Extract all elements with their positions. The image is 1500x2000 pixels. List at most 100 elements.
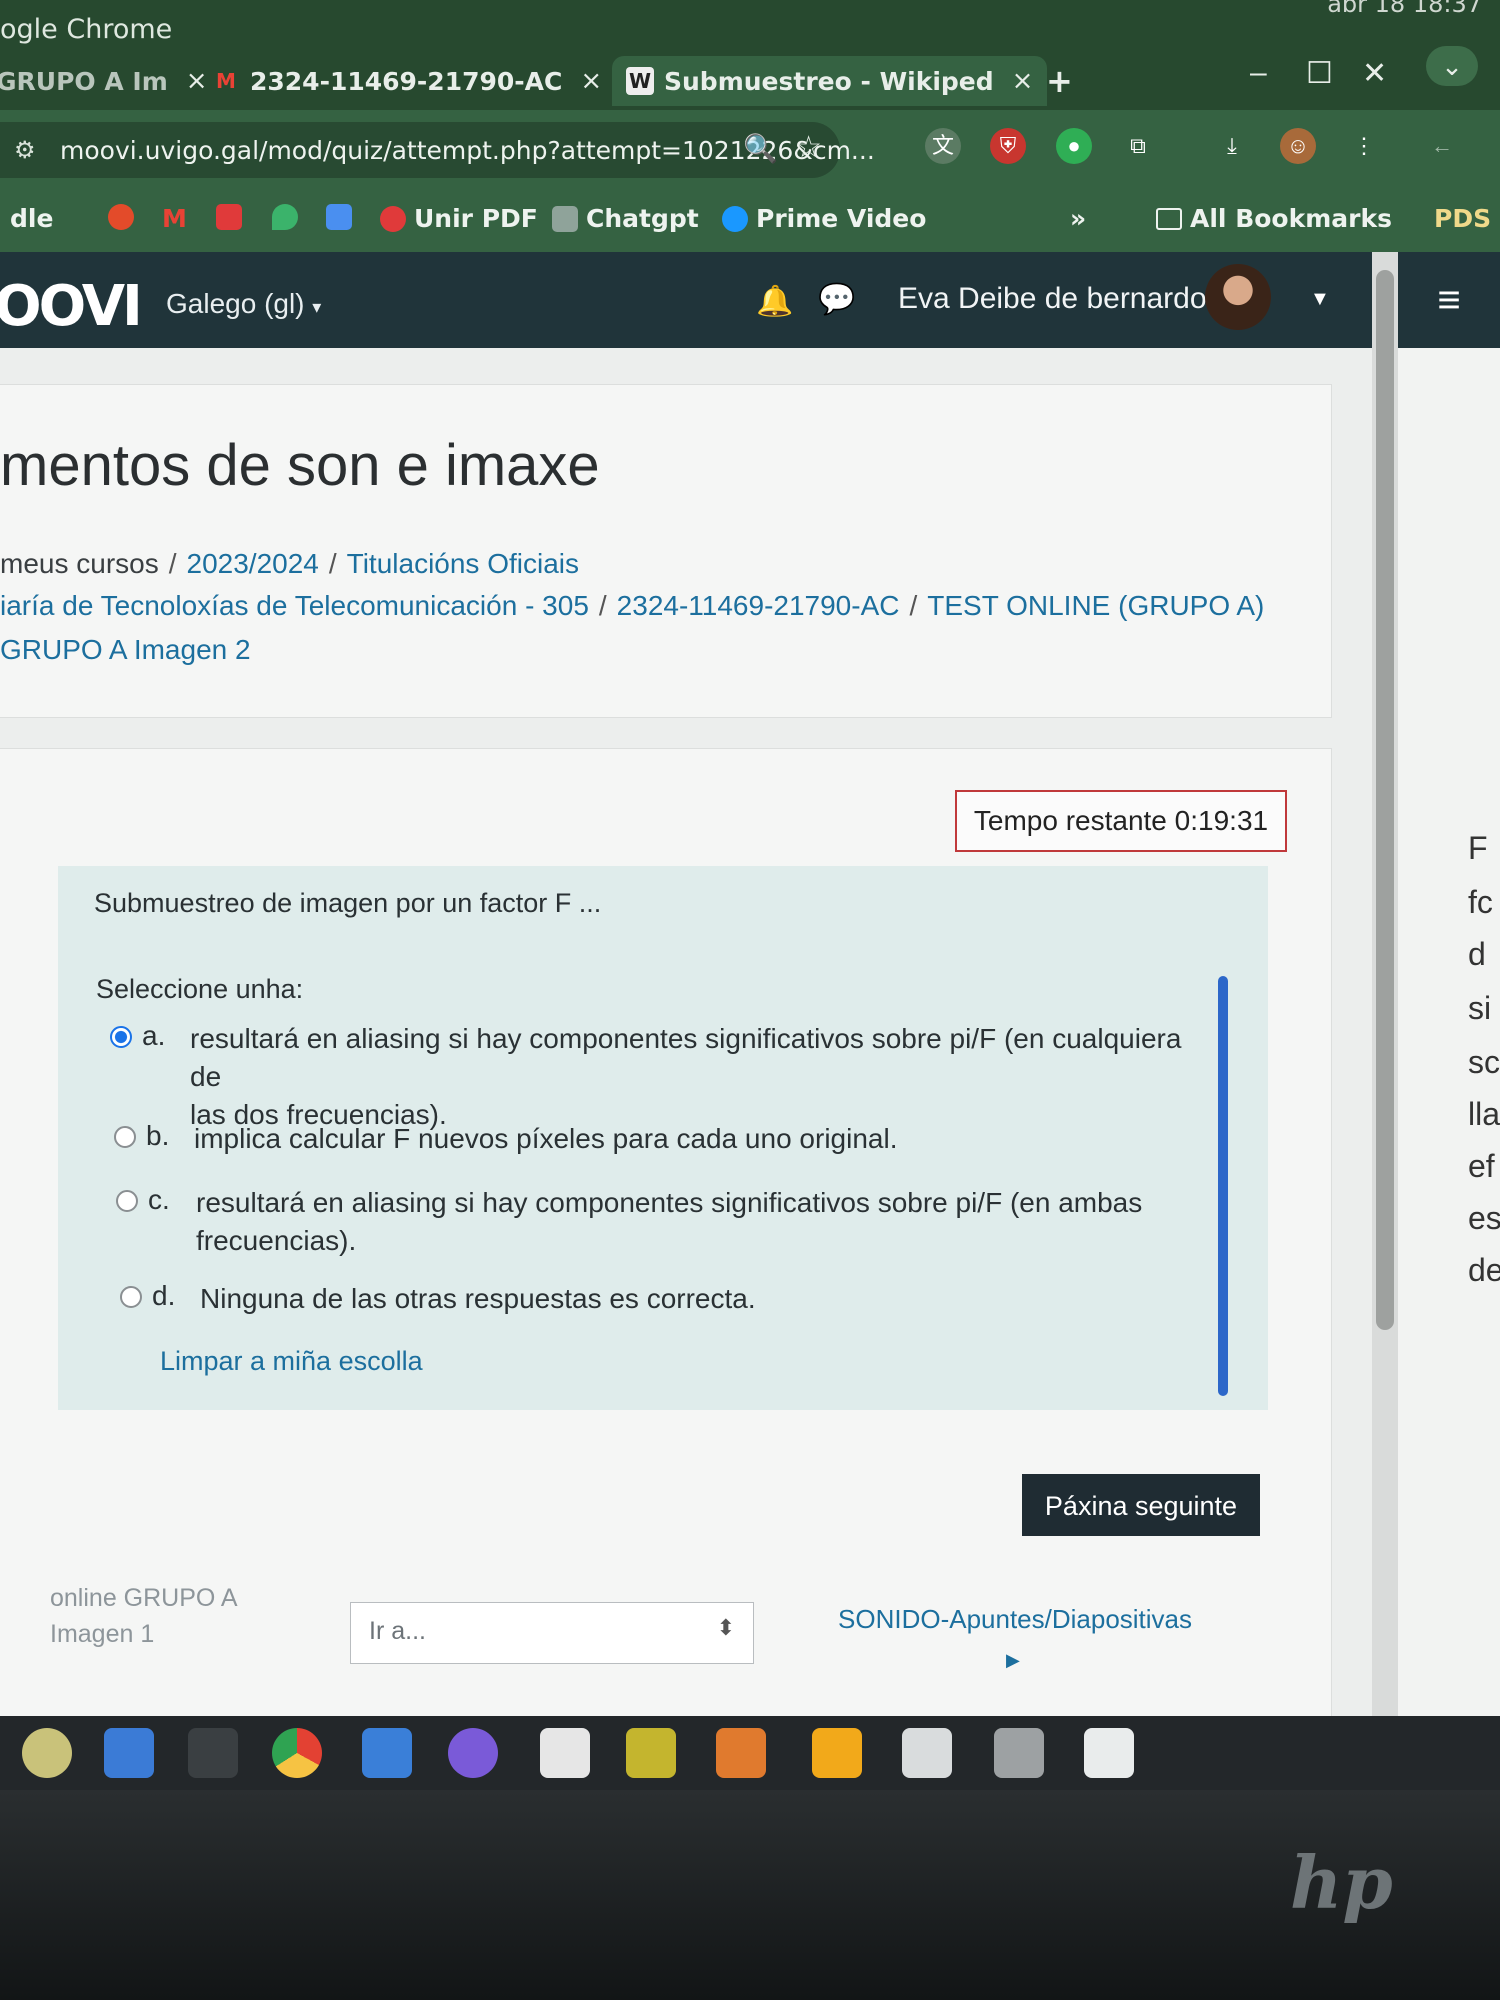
bookmark-maps-icon[interactable]	[272, 204, 306, 230]
answer-option-c[interactable]: c. resultará en aliasing si hay componen…	[116, 1184, 1216, 1264]
wikipedia-icon: W	[626, 67, 654, 95]
user-name[interactable]: Eva Deibe de bernardo	[898, 282, 1207, 316]
chrome-app-icon[interactable]	[272, 1728, 322, 1778]
extension-ublock-icon[interactable]: ⛨	[990, 128, 1026, 164]
answer-option-d[interactable]: d. Ninguna de las otras respuestas es co…	[120, 1280, 1220, 1320]
extensions-puzzle-icon[interactable]: ⧉	[1120, 128, 1156, 164]
download-icon[interactable]: ⤓	[1214, 128, 1250, 164]
notifications-bell-icon[interactable]: 🔔	[756, 284, 793, 319]
bookmark-dle[interactable]: dle	[10, 204, 53, 233]
radio-selected[interactable]	[110, 1026, 132, 1048]
launcher-icon[interactable]	[22, 1728, 72, 1778]
side-panel-text: lla	[1468, 1096, 1500, 1132]
side-panel-text: sc	[1468, 1044, 1500, 1080]
extension-green-icon[interactable]: ●	[1056, 128, 1092, 164]
next-activity-link[interactable]: SONIDO-Apuntes/Diapositivas	[838, 1604, 1192, 1635]
radio-unselected[interactable]	[114, 1126, 136, 1148]
messages-chat-icon[interactable]: 💬	[818, 282, 855, 317]
next-page-button[interactable]: Páxina seguinte	[1022, 1474, 1260, 1536]
tab-close-icon[interactable]: ×	[1012, 66, 1034, 96]
os-taskbar	[0, 1716, 1500, 1790]
breadcrumb-quiz[interactable]: GRUPO A Imagen 2	[0, 634, 251, 665]
bookmark-pds[interactable]: PDS	[1434, 204, 1491, 233]
calendar-app-icon[interactable]	[540, 1728, 590, 1778]
option-text-line1: Ninguna de las otras respuestas es corre…	[200, 1283, 756, 1314]
site-info-icon[interactable]: ⚙	[14, 136, 36, 165]
minimize-button[interactable]: –	[1250, 56, 1267, 90]
page-scrollbar-thumb[interactable]	[1376, 270, 1394, 1330]
ssd-drive-icon[interactable]	[994, 1728, 1044, 1778]
select-arrows-icon: ⬍	[716, 1615, 735, 1640]
bookmark-chatgpt[interactable]: Chatgpt	[552, 204, 699, 233]
drawer-menu-icon[interactable]: ≡	[1398, 252, 1500, 348]
bookmark-unir-pdf[interactable]: Unir PDF	[380, 204, 538, 233]
user-menu-chevron-icon[interactable]: ▼	[1310, 288, 1330, 311]
eclipse-app-icon[interactable]	[448, 1728, 498, 1778]
breadcrumb-official-degrees[interactable]: Titulacións Oficiais	[347, 548, 579, 579]
breadcrumb-my-courses[interactable]: meus cursos	[0, 548, 159, 579]
all-bookmarks-folder[interactable]: All Bookmarks	[1156, 204, 1392, 233]
tab-search-button[interactable]: ⌄	[1426, 46, 1478, 86]
breadcrumb-school[interactable]: iaría de Tecnoloxías de Telecomunicación…	[0, 590, 589, 621]
side-panel-text: F	[1468, 830, 1488, 866]
hp-logo: hp	[1290, 1840, 1393, 1925]
disk-app-icon[interactable]	[902, 1728, 952, 1778]
documents-app-icon[interactable]	[104, 1728, 154, 1778]
bookmark-youtube-icon[interactable]	[216, 204, 250, 230]
side-panel-back-icon[interactable]: ←	[1424, 128, 1460, 164]
text-editor-app-icon[interactable]	[362, 1728, 412, 1778]
breadcrumb-line-3: GRUPO A Imagen 2	[0, 634, 251, 666]
breadcrumb-course-code[interactable]: 2324-11469-21790-AC	[617, 590, 900, 621]
side-panel-text: si	[1468, 990, 1492, 1026]
logisim-app-icon[interactable]	[626, 1728, 676, 1778]
system-clock: abr 18 18:37	[1327, 0, 1482, 18]
answer-option-a[interactable]: a. resultará en aliasing si hay componen…	[110, 1020, 1210, 1130]
terminal-app-icon[interactable]	[188, 1728, 238, 1778]
option-text: resultará en aliasing si hay componentes…	[196, 1184, 1142, 1260]
language-selector[interactable]: Galego (gl) ▾	[166, 288, 321, 320]
side-panel-text: es	[1468, 1200, 1500, 1236]
breadcrumb-test-online[interactable]: TEST ONLINE (GRUPO A)	[927, 590, 1264, 621]
tab-grupo-a[interactable]: GRUPO A Im ×	[0, 56, 208, 106]
moovi-logo[interactable]: OOVI	[0, 274, 143, 339]
bookmark-translate-icon[interactable]	[326, 204, 360, 230]
question-scrollbar[interactable]	[1218, 976, 1228, 1396]
more-bookmarks-button[interactable]: »	[1070, 204, 1086, 233]
new-tab-button[interactable]: +	[1046, 56, 1073, 106]
option-letter: d.	[152, 1280, 176, 1311]
archive-app-icon[interactable]	[812, 1728, 862, 1778]
breadcrumb-year[interactable]: 2023/2024	[187, 548, 319, 579]
tab-wikipedia[interactable]: W Submuestreo - Wikiped ×	[612, 56, 1048, 106]
previous-activity-link[interactable]: online GRUPO A Imagen 1	[50, 1580, 238, 1652]
radio-unselected[interactable]	[116, 1190, 138, 1212]
bookmark-gmail-icon[interactable]: M	[162, 204, 196, 233]
bookmark-reddit-icon[interactable]	[108, 204, 142, 230]
avatar[interactable]	[1205, 264, 1271, 330]
browser-menu-icon[interactable]: ⋮	[1346, 128, 1382, 164]
tab-close-icon[interactable]: ×	[580, 66, 602, 96]
address-bar[interactable]: ⚙ moovi.uvigo.gal/mod/quiz/attempt.php?a…	[0, 122, 875, 178]
close-window-button[interactable]: ✕	[1362, 56, 1387, 91]
bookmark-label: Prime Video	[756, 204, 927, 233]
option-text-line1: resultará en aliasing si hay componentes…	[196, 1187, 1143, 1218]
option-letter: a.	[142, 1020, 166, 1051]
bookmark-prime-video[interactable]: Prime Video	[722, 204, 926, 233]
recycle-bin-icon[interactable]	[1084, 1728, 1134, 1778]
option-text: resultará en aliasing si hay componentes…	[190, 1020, 1210, 1134]
tab-gmail[interactable]: M 2324-11469-21790-AC ×	[212, 56, 602, 106]
option-text: implica calcular F nuevos píxeles para c…	[194, 1120, 898, 1158]
bookmark-label: All Bookmarks	[1190, 204, 1392, 233]
laptop-bezel	[0, 1790, 1500, 2000]
tab-close-icon[interactable]: ×	[186, 66, 208, 96]
profile-icon[interactable]: ☺	[1280, 128, 1316, 164]
matlab-app-icon[interactable]	[716, 1728, 766, 1778]
bookmark-star-icon[interactable]: ☆	[795, 130, 822, 165]
radio-unselected[interactable]	[120, 1286, 142, 1308]
extension-translate-icon[interactable]: 文	[925, 128, 961, 164]
zoom-icon[interactable]: 🔍	[743, 132, 778, 165]
jump-to-select[interactable]: Ir a... ⬍	[350, 1602, 754, 1664]
clear-choice-link[interactable]: Limpar a miña escolla	[160, 1346, 423, 1377]
previous-activity-line2: Imagen 1	[50, 1620, 155, 1648]
maximize-button[interactable]: ☐	[1306, 56, 1333, 91]
answer-option-b[interactable]: b. implica calcular F nuevos píxeles par…	[114, 1120, 1214, 1160]
